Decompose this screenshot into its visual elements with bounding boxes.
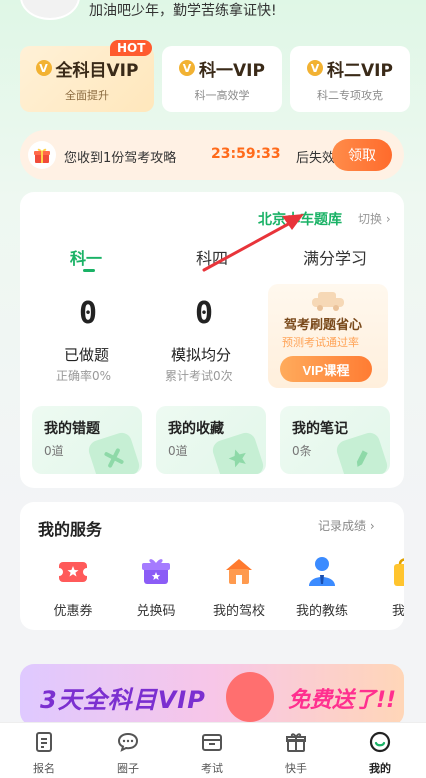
nav-label: 我的 <box>369 762 391 775</box>
greeting-text: 加油吧少年，勤学苦练拿证快! <box>89 3 277 19</box>
record-score-link[interactable]: 记录成绩 › <box>318 517 375 534</box>
subject-card: 北京小车题库 切换 › 科一 科四 满分学习 0 已做题 正确率0% 0 模拟均… <box>20 192 404 488</box>
nav-mine[interactable]: 我的 <box>350 731 410 776</box>
gift-icon <box>286 733 306 752</box>
vip-coin-icon: V <box>307 60 324 76</box>
nav-circle[interactable]: 圈子 <box>98 731 158 776</box>
vip-card-subtitle: 科二专项攻克 <box>317 88 383 102</box>
mini-card-count: 0条 <box>292 444 312 458</box>
nav-kuaishou[interactable]: 快手 <box>266 731 326 776</box>
nav-label: 圈子 <box>117 762 139 775</box>
gift-icon <box>28 141 56 169</box>
nav-label: 快手 <box>285 762 307 775</box>
exam-icon <box>202 734 222 751</box>
mini-card-title: 我的收藏 <box>168 421 224 437</box>
question-bank-name[interactable]: 北京小车题库 <box>258 209 342 229</box>
service-redeem-code[interactable]: 兑换码 <box>121 554 191 619</box>
promo-title: 驾考刷题省心 <box>284 318 363 333</box>
my-mistakes-card[interactable]: 我的错题 0道 <box>32 406 142 474</box>
vip-card-subtitle: 全面提升 <box>65 88 109 102</box>
ad-left-text: 3天全科目VIP <box>40 686 206 714</box>
my-notes-card[interactable]: 我的笔记 0条 <box>280 406 390 474</box>
vip-card-row: V 全科目VIP 全面提升 HOT V 科一VIP 科一高效学 V 科二VIP 科二专… <box>20 40 426 114</box>
mascot-icon <box>226 672 274 722</box>
switch-bank-link[interactable]: 切换 › <box>358 210 391 227</box>
vip-coin-icon: V <box>35 60 52 76</box>
mini-card-count: 0道 <box>44 444 64 458</box>
coach-icon <box>309 557 335 586</box>
nav-label: 考试 <box>201 762 223 775</box>
promo-subtitle: 预测考试通过率 <box>282 336 359 349</box>
service-label: 我的驾校 <box>212 604 265 619</box>
mini-card-title: 我的笔记 <box>292 421 348 437</box>
services-title: 我的服务 <box>38 520 103 539</box>
vip-card-title: 科一VIP <box>199 60 265 81</box>
strategy-banner[interactable]: 您收到1份驾考攻略 23:59:33 后失效 领取 <box>20 130 404 180</box>
active-tab-indicator <box>83 269 95 272</box>
tab-subject-one[interactable]: 科一 <box>70 245 102 269</box>
hot-badge: HOT <box>110 40 153 56</box>
exam-count-text: 累计考试0次 <box>165 369 233 383</box>
service-more[interactable]: 我的 <box>370 554 404 619</box>
service-label: 优惠券 <box>53 604 93 619</box>
mini-card-count: 0道 <box>168 444 188 458</box>
gift-box-icon <box>142 559 170 584</box>
school-icon <box>226 559 252 584</box>
coupon-icon <box>55 562 91 582</box>
nav-exam[interactable]: 考试 <box>182 731 242 776</box>
questions-done-label: 已做题 <box>64 346 110 364</box>
my-services-card: 我的服务 记录成绩 › 优惠券 兑换码 我的驾校 我的教练 我 <box>20 502 404 630</box>
tab-full-score[interactable]: 满分学习 <box>303 245 367 269</box>
vip-coin-icon: V <box>179 60 196 76</box>
accuracy-text: 正确率0% <box>56 369 112 383</box>
service-label: 我的 <box>391 604 404 619</box>
service-label: 兑换码 <box>136 604 176 619</box>
mini-card-title: 我的错题 <box>44 421 100 437</box>
nav-register[interactable]: 报名 <box>14 731 74 776</box>
strategy-text: 您收到1份驾考攻略 <box>64 151 177 166</box>
vip-course-button[interactable]: VIP课程 <box>280 356 372 382</box>
countdown-suffix: 后失效 <box>296 151 336 166</box>
chat-icon <box>117 732 139 752</box>
vip-card-title: 科二VIP <box>327 60 393 81</box>
nav-label: 报名 <box>33 762 55 775</box>
average-score-label: 模拟均分 <box>171 346 232 364</box>
bottom-nav: 报名 圈子 考试 快手 我的 <box>0 722 426 778</box>
countdown-timer: 23:59:33 <box>211 146 281 162</box>
avatar[interactable] <box>20 0 80 20</box>
tab-subject-four[interactable]: 科四 <box>196 245 228 269</box>
vip-course-promo[interactable]: 驾考刷题省心 预测考试通过率 VIP课程 <box>268 284 388 388</box>
service-my-school[interactable]: 我的驾校 <box>204 554 274 619</box>
profile-header: 加油吧少年，勤学苦练拿证快! <box>0 0 426 24</box>
vip-card-title: 全科目VIP <box>55 60 139 81</box>
ad-right-text: 免费送了!! <box>288 688 397 713</box>
average-score-value: 0 <box>195 296 214 331</box>
service-coupon[interactable]: 优惠券 <box>38 554 108 619</box>
vip-card-subject-two[interactable]: V 科二VIP 科二专项攻克 <box>290 46 410 112</box>
vip-card-subject-one[interactable]: V 科一VIP 科一高效学 <box>162 46 282 112</box>
bag-icon <box>394 558 404 586</box>
claim-button[interactable]: 领取 <box>332 139 392 171</box>
service-label: 我的教练 <box>295 604 348 619</box>
service-my-coach[interactable]: 我的教练 <box>287 554 357 619</box>
my-favorites-card[interactable]: 我的收藏 0道 <box>156 406 266 474</box>
vip-ad-banner[interactable]: 3天全科目VIP 免费送了!! <box>20 664 404 726</box>
questions-done-value: 0 <box>79 296 98 331</box>
profile-icon <box>369 731 391 753</box>
car-icon <box>312 292 344 311</box>
register-icon <box>36 732 52 752</box>
vip-card-subtitle: 科一高效学 <box>194 88 250 102</box>
